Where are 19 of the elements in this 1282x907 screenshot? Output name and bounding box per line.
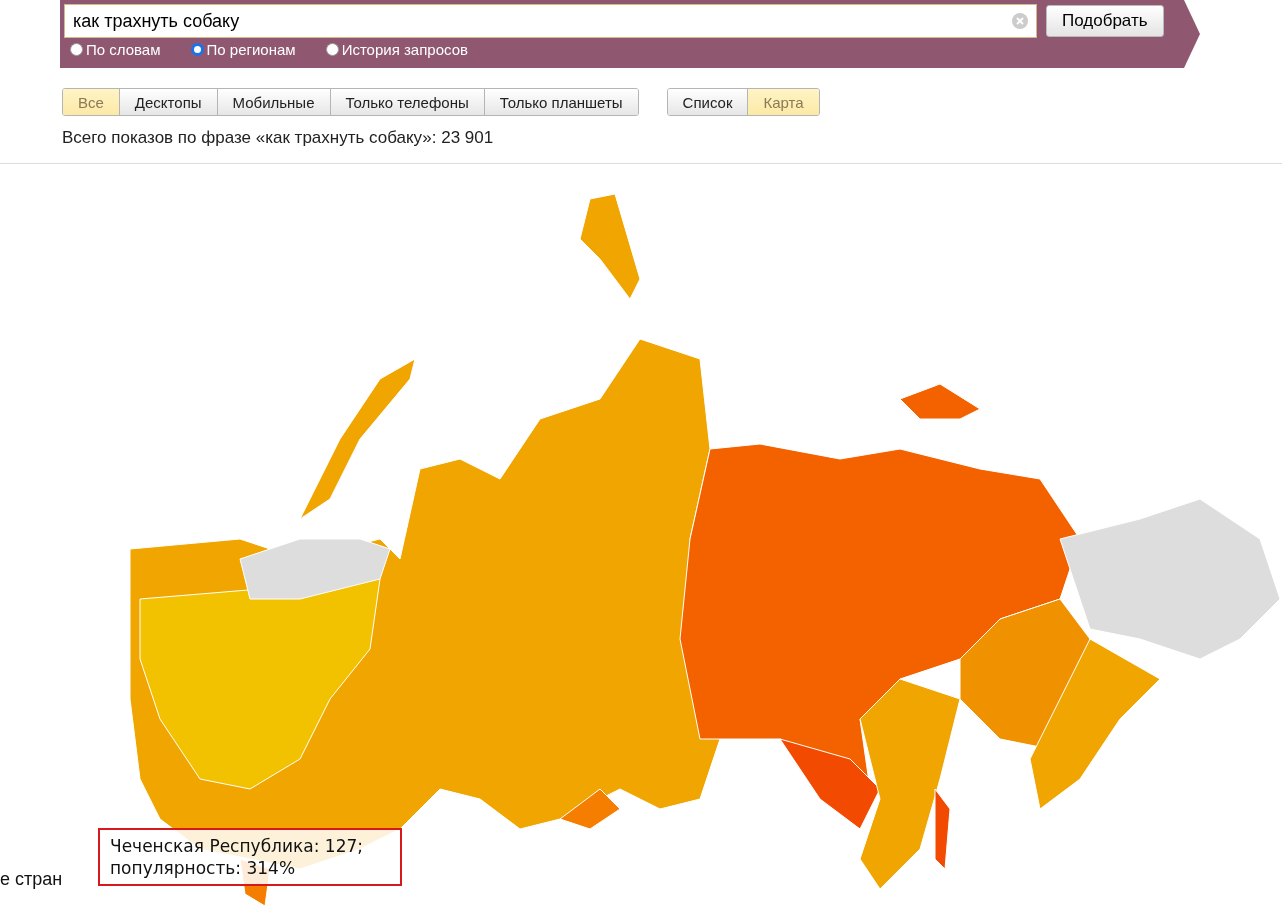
tooltip-text: популярность: 314% <box>110 857 297 879</box>
side-text: е стран <box>0 869 63 890</box>
search-field[interactable]: как трахнуть собаку <box>64 4 1037 38</box>
device-tab[interactable]: Десктопы <box>118 89 217 115</box>
search-button[interactable]: Подобрать <box>1046 5 1164 37</box>
device-tab[interactable]: Все <box>63 89 119 115</box>
view-tab[interactable]: Список <box>667 89 748 115</box>
tooltip-text: Чеченская Республика: 127; <box>110 835 365 857</box>
radio-icon[interactable] <box>325 43 339 56</box>
radio-icon[interactable] <box>190 43 204 56</box>
mode-radio[interactable]: По регионам <box>190 41 296 58</box>
mode-radio[interactable]: История запросов <box>325 41 468 58</box>
device-tab[interactable]: Только планшеты <box>483 89 638 115</box>
device-tab[interactable]: Только телефоны <box>329 89 484 115</box>
total-text: Всего показов по фразе «как трахнуть собаку»: 23 901 <box>62 128 495 148</box>
radio-icon[interactable] <box>70 43 83 56</box>
device-tab[interactable]: Мобильные <box>216 89 330 115</box>
mode-radio[interactable]: По словам <box>70 41 161 58</box>
view-tab[interactable]: Карта <box>747 89 819 115</box>
